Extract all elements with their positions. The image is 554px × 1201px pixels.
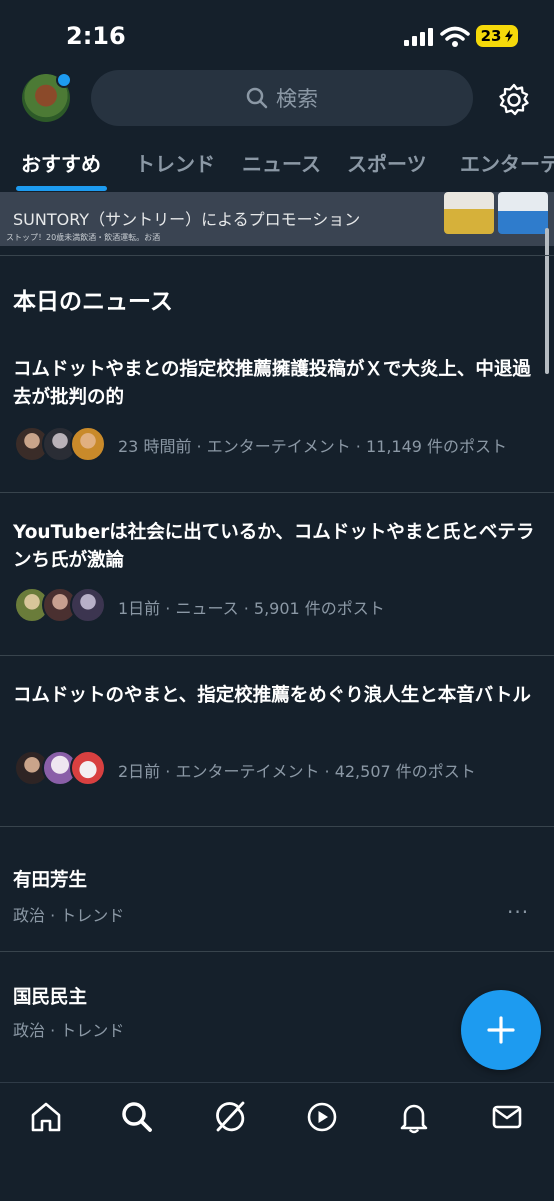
nav-notifications[interactable]: [394, 1097, 434, 1137]
nav-video[interactable]: [302, 1097, 342, 1137]
bottom-nav: [0, 1082, 554, 1201]
tab-recommended[interactable]: おすすめ: [21, 148, 101, 177]
tab-bar: おすすめ トレンド ニュース スポーツ エンターテ: [0, 140, 554, 192]
nav-search[interactable]: [117, 1097, 157, 1137]
product-image: [440, 192, 554, 238]
search-icon: [122, 1102, 152, 1132]
promo-title: SUNTORY（サントリー）によるプロモーション: [13, 210, 361, 229]
divider: [0, 655, 554, 656]
mail-icon: [492, 1105, 522, 1129]
video-icon: [307, 1102, 337, 1132]
tab-trends[interactable]: トレンド: [135, 148, 215, 177]
avatar: [70, 426, 106, 462]
news-title: コムドットやまとの指定校推薦擁護投稿がＸで大炎上、中退過去が批判の的: [13, 359, 531, 408]
battery-level: 23: [480, 27, 502, 45]
notification-dot: [56, 72, 72, 88]
nav-home[interactable]: [26, 1097, 66, 1137]
tab-news[interactable]: ニュース: [242, 148, 321, 177]
avatar-stack: [14, 426, 106, 462]
news-meta: 1日前 · ニュース · 5,901 件のポスト: [118, 599, 385, 618]
bell-icon: [400, 1104, 428, 1134]
trend-item[interactable]: 有田芳生 政治 · トレンド ···: [0, 826, 554, 950]
plus-icon: [487, 1016, 515, 1044]
news-item[interactable]: YouTuberは社会に出ているか、コムドットやまと氏とベテランち氏が激論 1日…: [0, 519, 554, 655]
section-heading: 本日のニュース: [13, 289, 173, 315]
compose-button[interactable]: [461, 990, 541, 1070]
status-bar: 2:16 23: [0, 0, 554, 72]
promo-banner[interactable]: SUNTORY（サントリー）によるプロモーション ストップ！20歳未満飲酒・飲酒…: [0, 192, 554, 246]
news-meta: 2日前 · エンターテイメント · 42,507 件のポスト: [118, 762, 476, 781]
search-placeholder: 検索: [276, 87, 318, 111]
avatar-stack: [14, 750, 106, 786]
gear-icon[interactable]: [496, 82, 532, 118]
charging-icon: [505, 30, 514, 42]
scrollbar[interactable]: [545, 228, 549, 374]
nav-grok[interactable]: [210, 1097, 250, 1137]
home-icon: [31, 1102, 61, 1132]
grok-icon: [216, 1101, 245, 1132]
divider: [0, 492, 554, 493]
news-item[interactable]: コムドットやまとの指定校推薦擁護投稿がＸで大炎上、中退過去が批判の的 23 時間…: [0, 356, 554, 492]
trend-meta: 政治 · トレンド: [13, 1021, 125, 1040]
status-time: 2:16: [66, 22, 126, 50]
profile-avatar[interactable]: [22, 72, 72, 122]
search-bar[interactable]: 検索: [91, 70, 473, 126]
news-meta: 23 時間前 · エンターテイメント · 11,149 件のポスト: [118, 437, 508, 456]
news-item[interactable]: コムドットのやまと、指定校推薦をめぐり浪人生と本音バトル 2日前 · エンターテ…: [0, 682, 554, 826]
trend-title: 有田芳生: [13, 870, 88, 891]
trend-title: 国民民主: [13, 987, 88, 1008]
news-title: コムドットのやまと、指定校推薦をめぐり浪人生と本音バトル: [13, 685, 531, 706]
tab-sports[interactable]: スポーツ: [347, 148, 427, 177]
avatar: [70, 587, 106, 623]
signal-icon: [404, 28, 433, 46]
trend-meta: 政治 · トレンド: [13, 906, 125, 925]
tab-indicator: [16, 186, 107, 191]
more-options-icon[interactable]: ···: [507, 900, 529, 924]
news-title: YouTuberは社会に出ているか、コムドットやまと氏とベテランち氏が激論: [13, 522, 535, 571]
tab-entertainment[interactable]: エンターテ: [460, 148, 554, 177]
divider: [0, 255, 554, 256]
battery-indicator: 23: [476, 25, 518, 47]
wifi-icon: [440, 26, 470, 47]
avatar: [70, 750, 106, 786]
avatar-stack: [14, 587, 106, 623]
search-icon: [246, 87, 268, 109]
promo-disclaimer: ストップ！20歳未満飲酒・飲酒運転。お酒: [6, 233, 161, 242]
nav-messages[interactable]: [487, 1097, 527, 1137]
